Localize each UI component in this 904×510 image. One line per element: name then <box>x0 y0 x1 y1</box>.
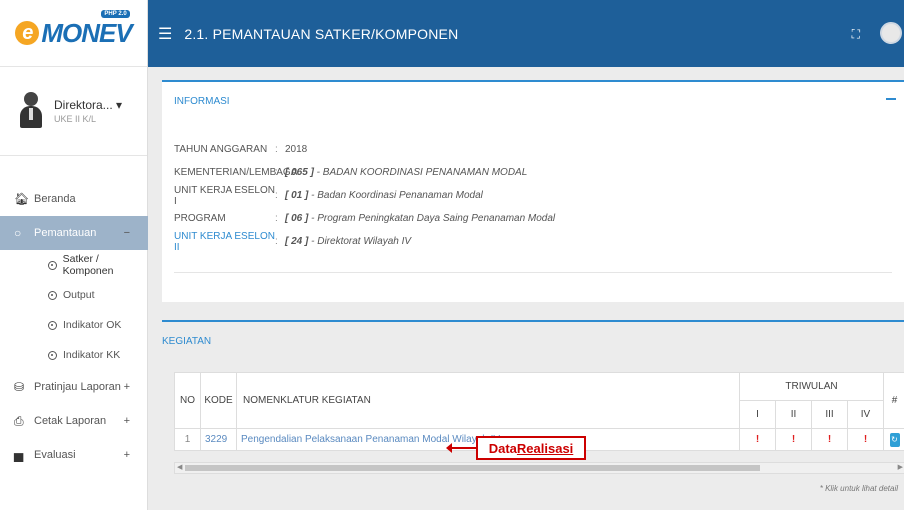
page-title: 2.1. PEMANTAUAN SATKER/KOMPONEN <box>184 25 459 42</box>
info-row-eselon2: UNIT KERJA ESELON II:[ 24 ] - Direktorat… <box>174 230 412 253</box>
kegiatan-card: KEGIATAN NO KODE NOMENKLATUR KEGIATAN TR… <box>162 320 904 510</box>
logo-e-icon: e <box>15 21 40 45</box>
radio-dot-icon <box>48 260 57 270</box>
print-icon: ⎙ <box>14 413 24 428</box>
sidebar-item-label: Pratinjau Laporan <box>34 381 121 393</box>
scrollbar-thumb[interactable] <box>185 465 760 471</box>
sidebar-item-label: Beranda <box>34 193 76 205</box>
collapse-card-icon[interactable] <box>886 98 896 100</box>
col-no: NO <box>174 372 201 429</box>
annotation-arrow-icon <box>446 443 478 453</box>
sidebar-subitem-indikator-ok[interactable]: Indikator OK <box>0 310 148 340</box>
cell-q3-warning[interactable]: ! <box>811 428 848 451</box>
col-kode: KODE <box>200 372 237 429</box>
app-logo[interactable]: e MONEV PHP 2.0 <box>0 0 147 67</box>
expand-icon: + <box>123 381 130 393</box>
kegiatan-title: KEGIATAN <box>162 336 212 347</box>
cell-kode[interactable]: 3229 <box>200 428 237 451</box>
annotation-label: Data Realisasi <box>476 436 586 460</box>
cell-q2-warning[interactable]: ! <box>775 428 812 451</box>
horizontal-scrollbar[interactable]: ◀ ▶ <box>174 462 904 474</box>
sidebar-subitem-satker[interactable]: Satker / Komponen <box>0 250 148 280</box>
sidebar-item-evaluasi[interactable]: ▅ Evaluasi + <box>0 438 148 472</box>
col-q2: II <box>775 400 812 429</box>
sidebar-item-label: Pemantauan <box>34 227 97 239</box>
binoculars-icon: ⛁ <box>14 380 25 394</box>
radio-dot-icon <box>48 290 57 300</box>
logo-text: MONEV PHP 2.0 <box>41 9 133 48</box>
logo-badge: PHP 2.0 <box>101 9 130 18</box>
col-q4: IV <box>847 400 884 429</box>
menu-toggle-icon[interactable]: ☰ <box>158 24 172 44</box>
sidebar-item-pratinjau[interactable]: ⛁ Pratinjau Laporan + <box>0 370 148 404</box>
top-bar: ☰ 2.1. PEMANTAUAN SATKER/KOMPONEN ⛶ <box>148 0 904 67</box>
col-triwulan: TRIWULAN <box>739 372 884 401</box>
collapse-icon: − <box>123 227 130 239</box>
user-panel[interactable]: Direktora... ▾ UKE II K/L <box>0 67 147 156</box>
expand-icon: + <box>123 449 130 461</box>
radio-dot-icon <box>48 320 57 330</box>
sidebar-subitem-indikator-kk[interactable]: Indikator KK <box>0 340 148 370</box>
refresh-icon[interactable]: ↻ <box>889 432 900 447</box>
cell-action: ↻ <box>883 428 904 451</box>
user-avatar-icon <box>20 92 42 130</box>
info-row-program: PROGRAM:[ 06 ] - Program Peningkatan Day… <box>174 213 556 224</box>
sidebar-nav: 🏠︎ Beranda ○ Pemantauan − Satker / Kompo… <box>0 182 148 472</box>
col-q1: I <box>739 400 776 429</box>
sidebar-item-pemantauan[interactable]: ○ Pemantauan − <box>0 216 148 250</box>
cell-q4-warning[interactable]: ! <box>847 428 884 451</box>
col-q3: III <box>811 400 848 429</box>
fullscreen-icon[interactable]: ⛶ <box>852 27 860 42</box>
informasi-list: TAHUN ANGGARAN:2018 KEMENTERIAN/LEMBAGA:… <box>174 138 555 253</box>
sidebar: e MONEV PHP 2.0 Direktora... ▾ UKE II K/L… <box>0 0 148 510</box>
chart-icon: ▅ <box>14 448 24 462</box>
cell-no: 1 <box>174 428 201 451</box>
radio-dot-icon <box>48 350 57 360</box>
sidebar-item-label: Cetak Laporan <box>34 415 107 427</box>
info-row-tahun: TAHUN ANGGARAN:2018 <box>174 144 308 155</box>
informasi-title: INFORMASI <box>174 96 230 107</box>
footnote: * Klik untuk lihat detail <box>819 484 898 493</box>
informasi-card: INFORMASI TAHUN ANGGARAN:2018 KEMENTERIA… <box>162 80 904 302</box>
scroll-left-icon[interactable]: ◀ <box>177 463 182 471</box>
col-action: # <box>883 372 904 429</box>
sidebar-item-beranda[interactable]: 🏠︎ Beranda <box>0 182 148 216</box>
col-nomenklatur: NOMENKLATUR KEGIATAN <box>236 372 740 429</box>
sidebar-item-cetak[interactable]: ⎙ Cetak Laporan + <box>0 404 148 438</box>
cell-q1-warning[interactable]: ! <box>739 428 776 451</box>
scroll-right-icon[interactable]: ▶ <box>898 463 903 471</box>
sidebar-subitem-output[interactable]: Output <box>0 280 148 310</box>
user-role: UKE II K/L <box>54 114 97 124</box>
user-menu-avatar[interactable] <box>880 22 902 44</box>
divider <box>174 272 892 273</box>
info-row-kementerian: KEMENTERIAN/LEMBAGA:[ 065 ] - BADAN KOOR… <box>174 167 528 178</box>
expand-icon: + <box>123 415 130 427</box>
circle-icon: ○ <box>14 226 22 240</box>
info-row-eselon1: UNIT KERJA ESELON I:[ 01 ] - Badan Koord… <box>174 184 483 207</box>
home-icon: 🏠︎ <box>14 192 30 206</box>
user-name[interactable]: Direktora... ▾ <box>54 98 122 112</box>
sidebar-item-label: Evaluasi <box>34 449 76 461</box>
